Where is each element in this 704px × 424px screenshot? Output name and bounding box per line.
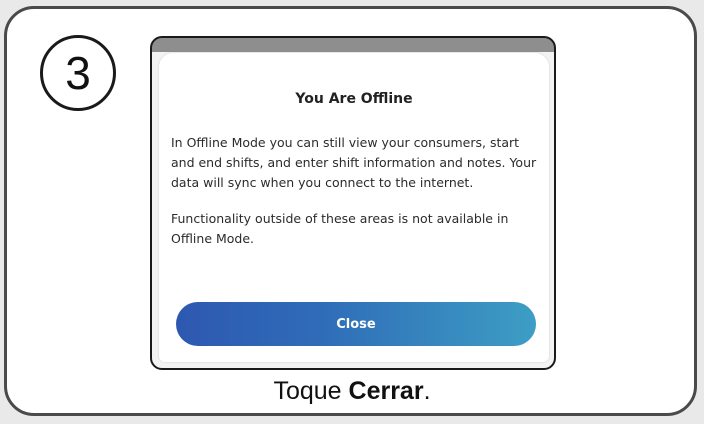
caption-action: Cerrar <box>348 377 424 405</box>
step-number-badge: 3 <box>40 35 116 111</box>
dialog-title: You Are Offline <box>295 91 413 107</box>
dialog-paragraph-functionality: Functionality outside of these areas is … <box>171 211 509 246</box>
caption-suffix: . <box>423 377 431 405</box>
caption-prefix: Toque <box>273 377 349 405</box>
dialog-body: In Offline Mode you can still view your … <box>171 133 537 265</box>
dialog-paragraph-offline-mode: In Offline Mode you can still view your … <box>171 135 537 190</box>
close-button[interactable]: Close <box>176 302 536 346</box>
instruction-caption: Toque Cerrar. <box>0 377 704 406</box>
